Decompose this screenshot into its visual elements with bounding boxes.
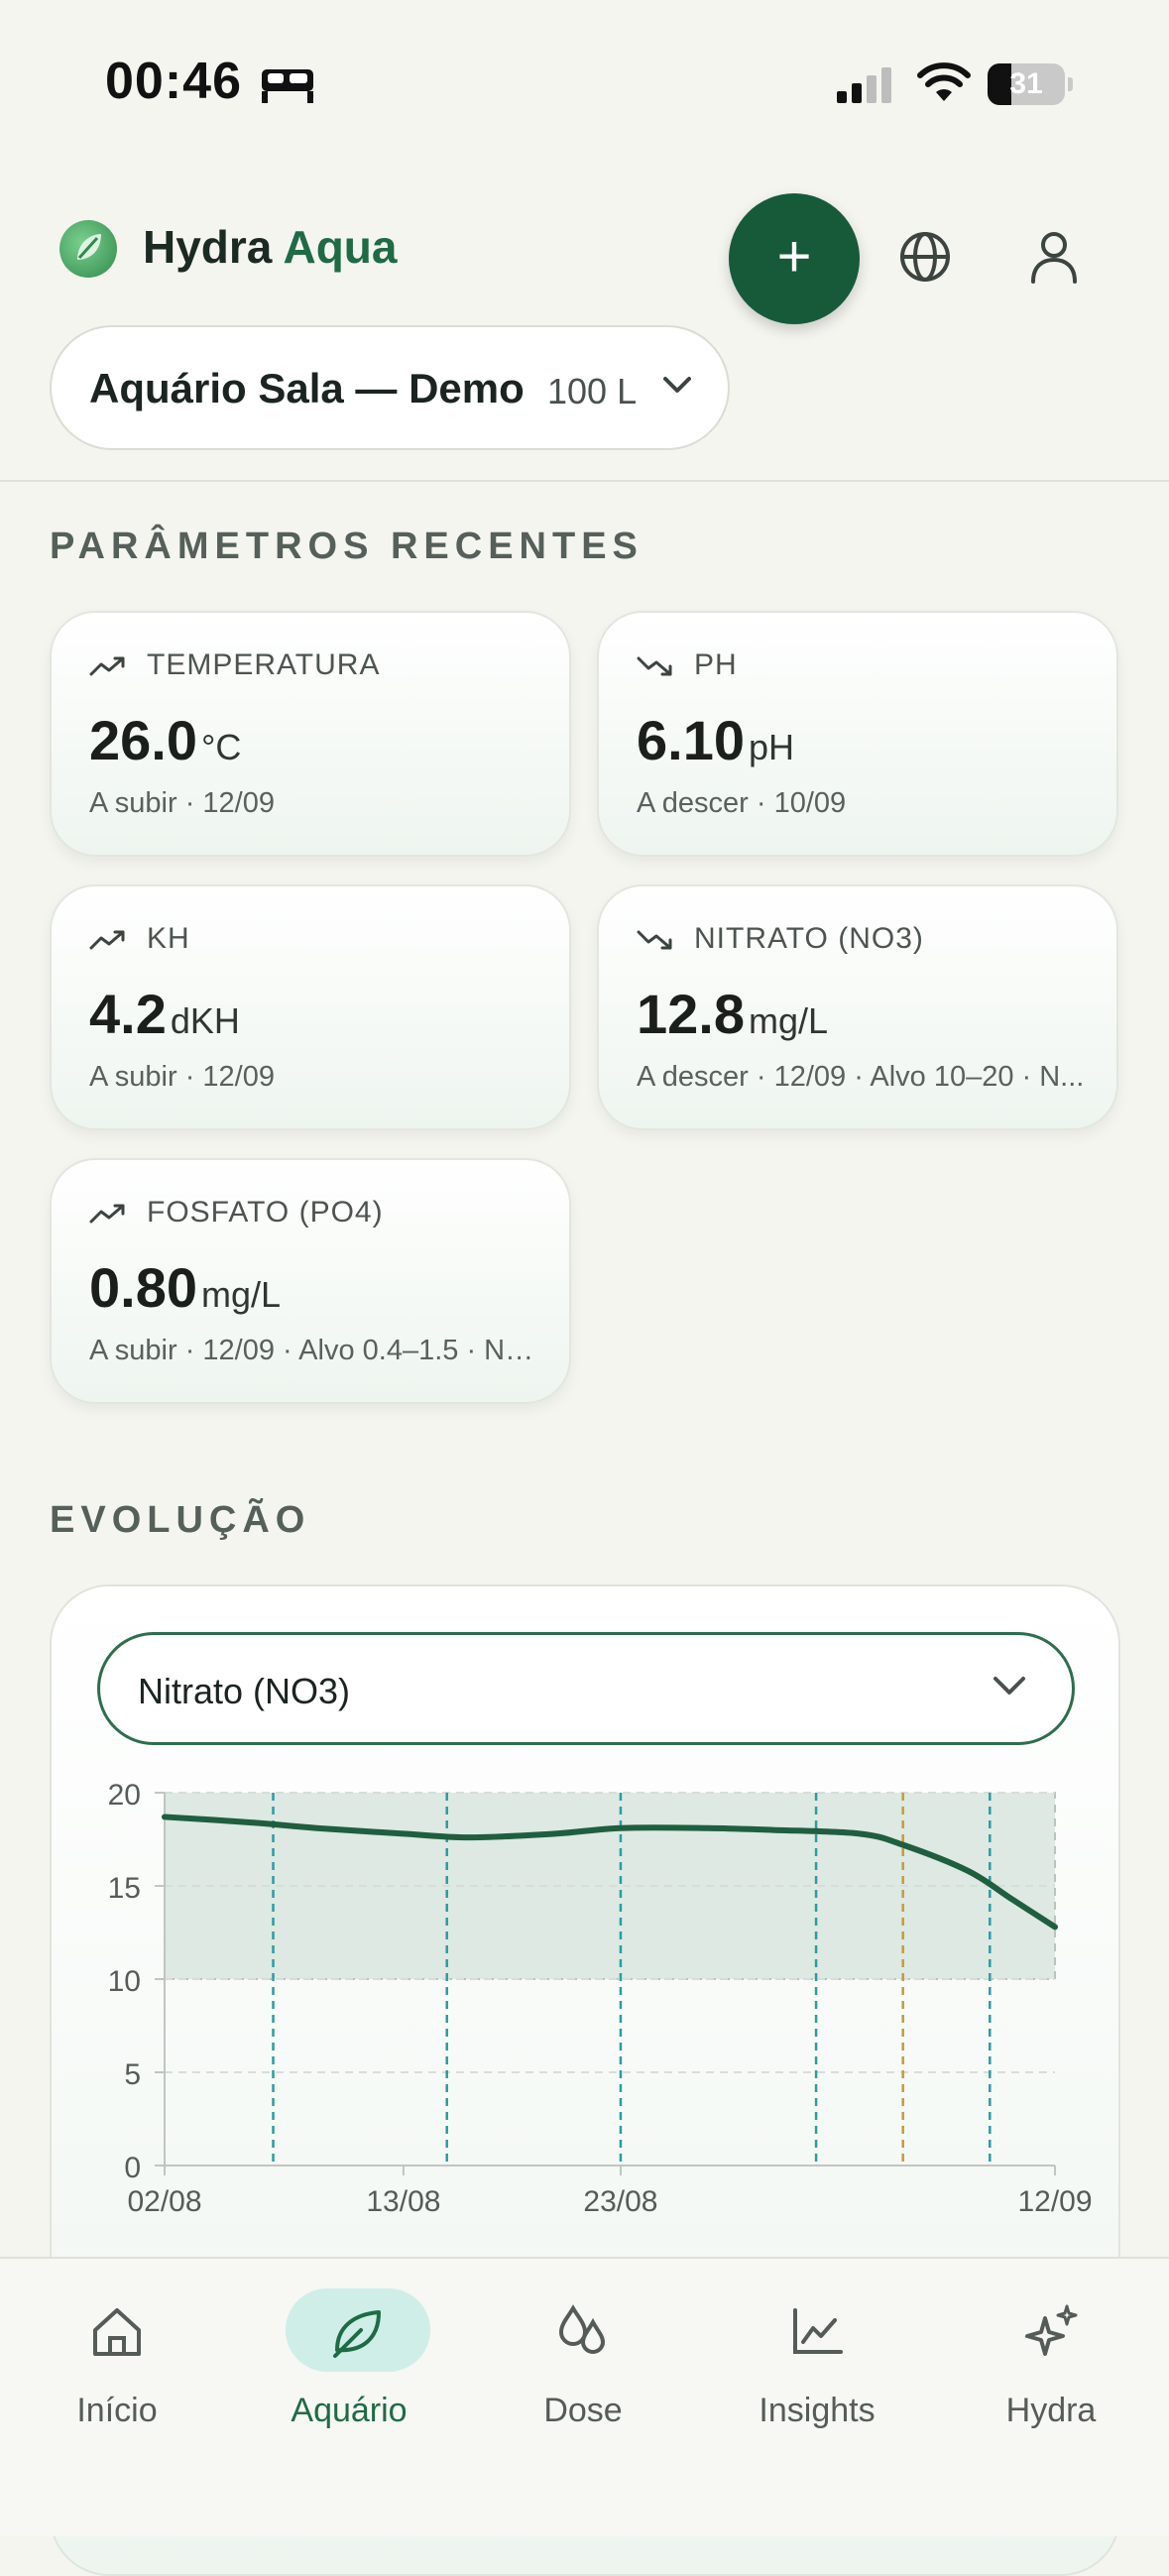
nav-label-insights: Insights bbox=[759, 2392, 876, 2429]
nav-item-inicio[interactable]: Início bbox=[18, 2284, 216, 2453]
chart-icon bbox=[793, 2308, 843, 2354]
param-unit: mg/L bbox=[749, 1000, 829, 1041]
nav-item-hydra[interactable]: Hydra bbox=[952, 2284, 1150, 2453]
app-logo bbox=[59, 220, 117, 278]
param-name: NITRATO (NO3) bbox=[694, 922, 924, 955]
param-value-number: 26.0 bbox=[89, 709, 197, 771]
param-meta: A descer · 10/09 bbox=[637, 787, 847, 819]
param-card-ph[interactable]: PH 6.10 pH A descer · 10/09 bbox=[597, 611, 1118, 857]
param-meta: A subir · 12/09 bbox=[89, 1061, 275, 1093]
battery-level: 31 bbox=[1009, 67, 1043, 100]
y-tick-label: 0 bbox=[124, 2152, 141, 2184]
battery-tip bbox=[1068, 77, 1073, 91]
param-name: KH bbox=[147, 922, 190, 955]
param-value: 0.80 mg/L bbox=[89, 1255, 281, 1320]
param-name: PH bbox=[694, 648, 738, 681]
recent-params-title: PARÂMETROS RECENTES bbox=[50, 526, 643, 567]
param-value-number: 0.80 bbox=[89, 1256, 197, 1319]
status-bar: 00:46 31 bbox=[0, 0, 1169, 169]
param-value: 4.2 dKH bbox=[89, 982, 240, 1046]
trend-up-icon bbox=[89, 1204, 125, 1224]
x-tick-label: 02/08 bbox=[127, 2185, 201, 2218]
plus-icon: + bbox=[776, 223, 812, 290]
param-card-nitrato-no3[interactable]: NITRATO (NO3) 12.8 mg/L A descer · 12/09 · … bbox=[597, 884, 1118, 1130]
nav-label-dose: Dose bbox=[543, 2392, 623, 2429]
evolution-title: EVOLUÇÃO bbox=[50, 1499, 311, 1541]
status-time: 00:46 bbox=[105, 53, 242, 110]
wifi-icon bbox=[917, 62, 971, 101]
bottom-nav: Início Aquário Dose Insights Hydra bbox=[0, 2257, 1169, 2536]
param-value: 6.10 pH bbox=[637, 708, 794, 772]
header-divider bbox=[0, 480, 1169, 482]
nitrate-chart: 0 5 10 15 20 02/08 13/08 23/08 12/09 bbox=[108, 1779, 1093, 2218]
home-icon bbox=[93, 2308, 141, 2356]
param-card-temperatura[interactable]: TEMPERATURA 26.0 °C A subir · 12/09 bbox=[50, 611, 571, 857]
nav-item-aquario[interactable]: Aquário bbox=[250, 2284, 448, 2453]
y-tick-label: 10 bbox=[108, 1965, 141, 1998]
param-meta: A subir · 12/09 · Alvo 0.4–1.5 · No ... bbox=[89, 1335, 545, 1366]
drops-icon bbox=[558, 2304, 606, 2354]
nav-item-dose[interactable]: Dose bbox=[484, 2284, 682, 2453]
y-tick-label: 20 bbox=[108, 1779, 141, 1812]
app-title-main: Hydra bbox=[143, 221, 273, 273]
chevron-down-icon bbox=[663, 377, 691, 393]
param-value-number: 4.2 bbox=[89, 983, 167, 1045]
trend-up-icon bbox=[89, 656, 125, 676]
x-tick-label: 13/08 bbox=[366, 2185, 440, 2218]
nav-label-inicio: Início bbox=[76, 2392, 158, 2429]
param-value-number: 12.8 bbox=[637, 983, 745, 1045]
param-unit: dKH bbox=[170, 1000, 240, 1041]
logo-leaf-icon bbox=[77, 234, 101, 260]
nav-label-hydra: Hydra bbox=[1005, 2392, 1097, 2429]
param-value: 12.8 mg/L bbox=[637, 982, 828, 1046]
bed-icon bbox=[262, 69, 313, 103]
param-value: 26.0 °C bbox=[89, 708, 241, 772]
battery-indicator: 31 bbox=[988, 63, 1065, 105]
param-card-fosfato-po4[interactable]: FOSFATO (PO4) 0.80 mg/L A subir · 12/09 · A… bbox=[50, 1158, 571, 1404]
param-meta: A descer · 12/09 · Alvo 10–20 · N... bbox=[637, 1061, 1085, 1093]
y-tick-label: 15 bbox=[108, 1872, 141, 1905]
tank-selector[interactable]: Aquário Sala — Demo 100 L bbox=[50, 325, 730, 450]
param-meta: A subir · 12/09 bbox=[89, 787, 275, 819]
nav-label-aquario: Aquário bbox=[291, 2392, 408, 2429]
x-tick-label: 12/09 bbox=[1017, 2185, 1092, 2218]
globe-icon[interactable] bbox=[898, 230, 952, 284]
param-unit: mg/L bbox=[201, 1274, 282, 1315]
param-unit: °C bbox=[201, 727, 242, 767]
param-name: FOSFATO (PO4) bbox=[147, 1196, 384, 1229]
nav-item-insights[interactable]: Insights bbox=[718, 2284, 916, 2453]
app-title: Hydra Aqua bbox=[143, 220, 397, 274]
add-button[interactable]: + bbox=[729, 193, 860, 324]
sparkles-icon bbox=[1025, 2304, 1078, 2356]
y-tick-label: 5 bbox=[124, 2058, 141, 2091]
leaf-icon bbox=[333, 2310, 381, 2358]
param-name: TEMPERATURA bbox=[147, 648, 381, 681]
user-icon[interactable] bbox=[1029, 230, 1079, 284]
param-unit: pH bbox=[749, 727, 795, 767]
param-value-number: 6.10 bbox=[637, 709, 745, 771]
x-tick-label: 23/08 bbox=[583, 2185, 657, 2218]
trend-up-icon bbox=[89, 930, 125, 950]
tank-name: Aquário Sala — Demo bbox=[89, 365, 525, 411]
app-title-accent: Aqua bbox=[283, 221, 398, 273]
param-card-kh[interactable]: KH 4.2 dKH A subir · 12/09 bbox=[50, 884, 571, 1130]
trend-down-icon bbox=[637, 656, 672, 676]
tank-volume: 100 L bbox=[547, 371, 638, 411]
signal-icon bbox=[837, 67, 891, 103]
trend-down-icon bbox=[637, 930, 672, 950]
